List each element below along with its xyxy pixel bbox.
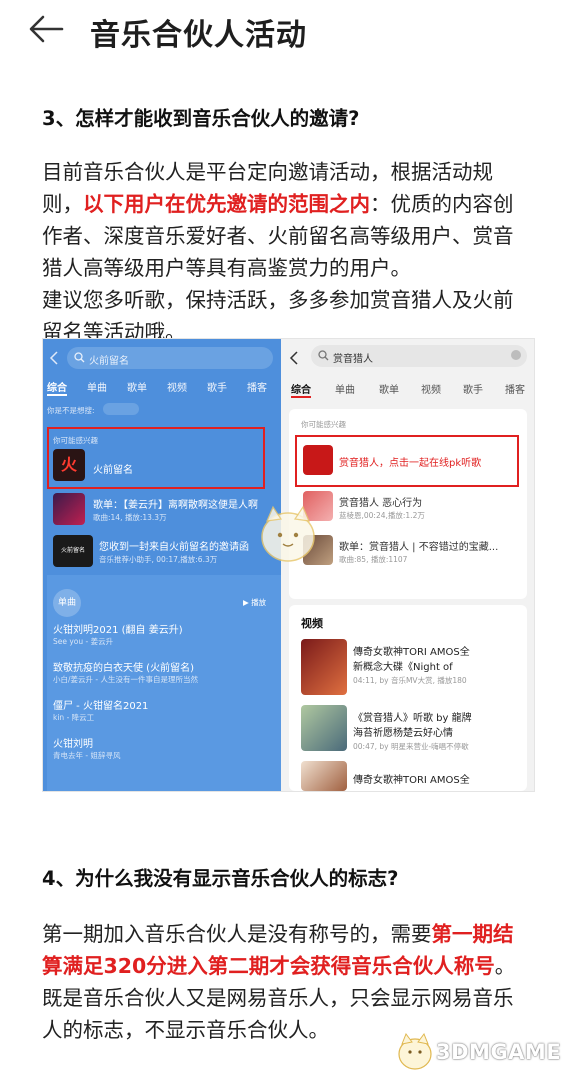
song-title[interactable]: 僵尸 - 火钳留名2021	[53, 697, 148, 712]
answer-3-line: 建议您多听歌，保持活跃，多多参加赏音猎人及火前	[42, 288, 514, 312]
result-meta: 蓝棱恩,00:24,播放:1.2万	[339, 511, 425, 520]
video-title[interactable]: 傳奇女歌神TORI AMOS全	[353, 771, 470, 786]
question-4-heading: 4、为什么我没有显示音乐合伙人的标志?	[42, 867, 399, 890]
question-3-heading: 3、怎样才能收到音乐合伙人的邀请?	[42, 107, 360, 130]
back-icon	[289, 351, 298, 365]
search-icon	[74, 352, 85, 363]
video-title[interactable]: 您收到一封来自火前留名的邀请函	[99, 538, 249, 553]
video-section-title: 视频	[301, 617, 323, 630]
tab-playlists[interactable]: 歌单	[127, 379, 147, 394]
tab-videos[interactable]: 视频	[421, 381, 441, 396]
tab-artists[interactable]: 歌手	[463, 381, 483, 396]
answer-3-line: 则，以下用户在优先邀请的范围之内：优质的内容创	[42, 188, 542, 220]
search-icon	[318, 350, 329, 361]
text-span: 则，	[42, 192, 83, 216]
answer-4-line: 第一期加入音乐合伙人是没有称号的，需要第一期结	[42, 918, 542, 950]
text-span: 。	[494, 954, 516, 978]
page-title: 音乐合伙人活动	[90, 18, 307, 53]
answer-4-text: 第一期加入音乐合伙人是没有称号的，需要第一期结 算满足320分进入第二期才会获得…	[42, 918, 542, 1046]
highlight-box	[295, 435, 519, 487]
video-title[interactable]: 《赏音猎人》听歌 by 龍牌	[353, 709, 472, 724]
highlight-text: 第一期结	[431, 922, 514, 946]
answer-3-line: 猎人高等级用户等具有高鉴赏力的用户。	[42, 256, 411, 280]
back-arrow-icon[interactable]	[26, 14, 66, 44]
tab-songs[interactable]: 单曲	[87, 379, 107, 394]
playlist-thumbnail	[53, 493, 85, 525]
highlight-text: 算满足320分进入第二期才会获得音乐合伙人称号	[42, 954, 495, 978]
answer-4-line: 算满足320分进入第二期才会获得音乐合伙人称号。	[42, 950, 542, 982]
result-title[interactable]: 歌单：赏音猎人 | 不容错过的宝藏...	[339, 538, 498, 553]
back-icon	[49, 351, 58, 365]
playlist-title[interactable]: 歌单：【姜云升】离啊散啊这便是人啊	[93, 496, 258, 511]
search-text: 火前留名	[89, 356, 129, 367]
tab-podcasts[interactable]: 播客	[505, 381, 525, 396]
answer-4-line: 既是音乐合伙人又是网易音乐人，只会显示网易音乐	[42, 986, 514, 1010]
text-span: ：优质的内容创	[370, 192, 514, 216]
result-title[interactable]: 赏音猎人 恶心行为	[339, 494, 422, 509]
song-artist: kin - 降云工	[53, 713, 95, 722]
answer-3-line: 目前音乐合伙人是平台定向邀请活动，根据活动规	[42, 160, 493, 184]
song-artist: 小白/姜云升 - 人生没有一件事自是理所当然	[53, 675, 199, 684]
song-artist: See you - 姜云升	[53, 637, 114, 646]
tab-all[interactable]: 综合	[291, 381, 311, 398]
single-badge: 单曲	[53, 589, 81, 617]
suggest-pill[interactable]	[103, 403, 139, 415]
tab-songs[interactable]: 单曲	[335, 381, 355, 396]
tab-videos[interactable]: 视频	[167, 379, 187, 394]
video-thumbnail	[301, 639, 347, 695]
highlight-box	[47, 427, 265, 489]
did-you-mean-label: 你是不是想搜:	[47, 406, 95, 415]
highlight-text: 以下用户在优先邀请的范围之内	[83, 192, 370, 216]
left-app-panel: 火前留名 综合 单曲 歌单 视频 歌手 播客 你是不是想搜: 你可能感兴趣 火 …	[43, 339, 281, 791]
text-span: 第一期加入音乐合伙人是没有称号的，需要	[42, 922, 432, 946]
video-meta: 04:11, by 音乐MV大赏, 播放180	[353, 676, 467, 685]
mascot-watermark-icon	[261, 505, 315, 562]
song-title[interactable]: 火钳刘明	[53, 735, 93, 750]
song-title[interactable]: 火钳刘明2021 (翻自 姜云升)	[53, 621, 183, 636]
tab-artists[interactable]: 歌手	[207, 379, 227, 394]
video-meta: 音乐推荐小助手, 00:17,播放:6.3万	[99, 555, 218, 564]
video-title[interactable]: 傳奇女歌神TORI AMOS全	[353, 643, 470, 658]
search-input[interactable]: 赏音猎人	[311, 345, 527, 367]
song-title[interactable]: 致敬抗疫的白衣天使 (火前留名)	[53, 659, 194, 674]
watermark-text: 3DMGAME	[436, 1040, 562, 1064]
video-title[interactable]: 新概念大碟《Night of	[353, 658, 453, 673]
tab-podcasts[interactable]: 播客	[247, 379, 267, 394]
search-text: 赏音猎人	[333, 354, 373, 365]
answer-3-line: 作者、深度音乐爱好者、火前留名高等级用户、赏音	[42, 224, 514, 248]
top-bar: 音乐合伙人活动	[0, 0, 573, 58]
embedded-screenshot: 火前留名 综合 单曲 歌单 视频 歌手 播客 你是不是想搜: 你可能感兴趣 火 …	[42, 338, 535, 792]
3dm-mascot-icon	[398, 1032, 432, 1070]
answer-3-text: 目前音乐合伙人是平台定向邀请活动，根据活动规 则，以下用户在优先邀请的范围之内：…	[42, 156, 542, 348]
result-meta: 歌曲:85, 播放:1107	[339, 555, 408, 564]
tab-playlists[interactable]: 歌单	[379, 381, 399, 396]
search-input[interactable]: 火前留名	[67, 347, 273, 369]
clear-icon[interactable]	[511, 350, 521, 360]
video-thumbnail: 火前留名	[53, 535, 93, 567]
playlist-meta: 歌曲:14, 播放:13.3万	[93, 513, 167, 522]
tab-all[interactable]: 综合	[47, 379, 67, 396]
video-meta: 00:47, by 明星来营业-嗨唱不停歇	[353, 742, 469, 751]
song-artist: 青电去年 - 姐辞寻风	[53, 751, 121, 760]
play-all-button[interactable]: ▶ 播放	[243, 597, 266, 608]
video-thumbnail	[301, 705, 347, 751]
section-label: 你可能感兴趣	[301, 420, 346, 429]
video-thumbnail	[301, 761, 347, 791]
video-title[interactable]: 海苔祈愿杨楚云好心情	[353, 724, 453, 739]
